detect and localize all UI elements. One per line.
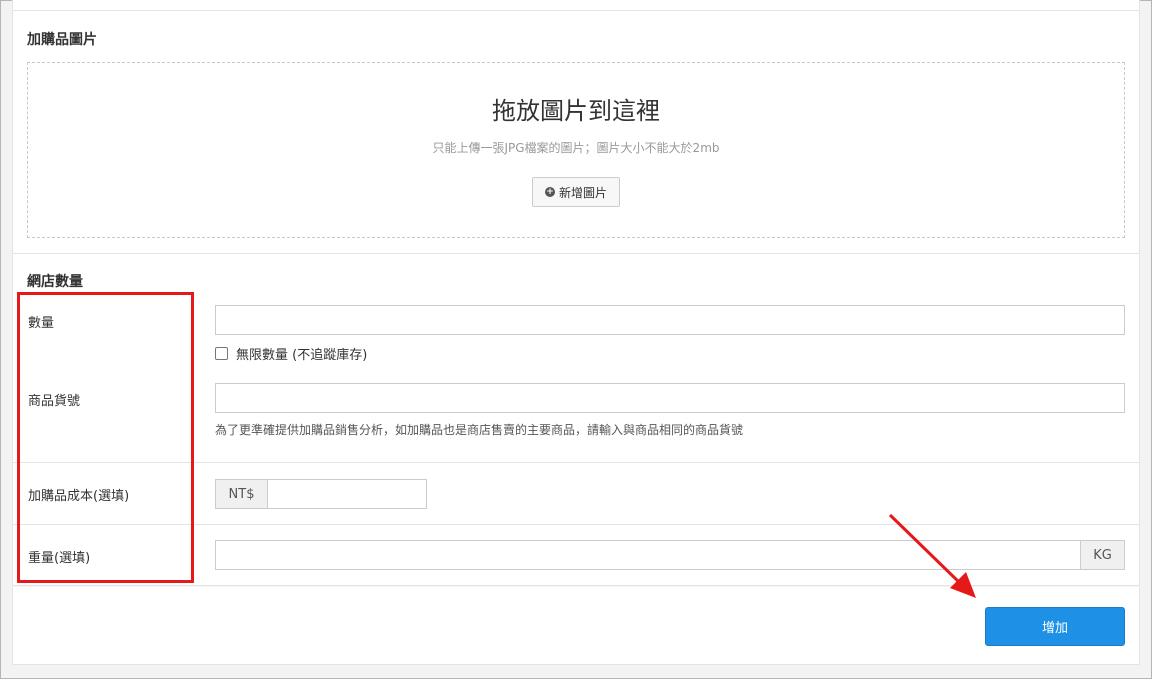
sku-label: 商品貨號 [28,394,81,409]
cost-label: 加購品成本(選填) [28,489,130,504]
image-section-title: 加購品圖片 [27,32,97,48]
row-divider [12,524,1140,525]
section-divider [12,253,1140,254]
quantity-label: 數量 [28,316,55,331]
plus-circle-icon: + [544,187,555,197]
dropzone-title: 拖放圖片到這裡 [492,97,660,125]
top-divider [12,10,1140,11]
image-dropzone[interactable]: 拖放圖片到這裡 只能上傳一張JPG檔案的圖片；圖片大小不能大於2mb + 新增圖… [27,62,1125,238]
add-image-button[interactable]: + 新增圖片 [532,177,620,207]
currency-prefix: NT$ [215,479,268,509]
sku-input[interactable] [215,383,1125,413]
cost-input[interactable] [267,479,427,509]
add-image-label: 新增圖片 [558,185,607,200]
unlimited-quantity-option[interactable]: 無限數量 (不追蹤庫存) [215,344,367,363]
weight-input[interactable] [215,540,1081,570]
unlimited-label: 無限數量 (不追蹤庫存) [236,348,368,363]
sku-help-text: 為了更準確提供加購品銷售分析，如加購品也是商店售賣的主要商品，請輸入與商品相同的… [215,423,744,437]
dropzone-hint: 只能上傳一張JPG檔案的圖片；圖片大小不能大於2mb [432,141,720,155]
submit-button[interactable]: 增加 [985,607,1125,646]
quantity-input[interactable] [215,305,1125,335]
weight-unit-suffix: KG [1080,540,1125,570]
action-bar [12,587,1140,665]
stock-section-title: 網店數量 [27,274,83,290]
unlimited-checkbox[interactable] [215,347,228,360]
row-divider [12,462,1140,463]
weight-label: 重量(選填) [28,551,91,566]
